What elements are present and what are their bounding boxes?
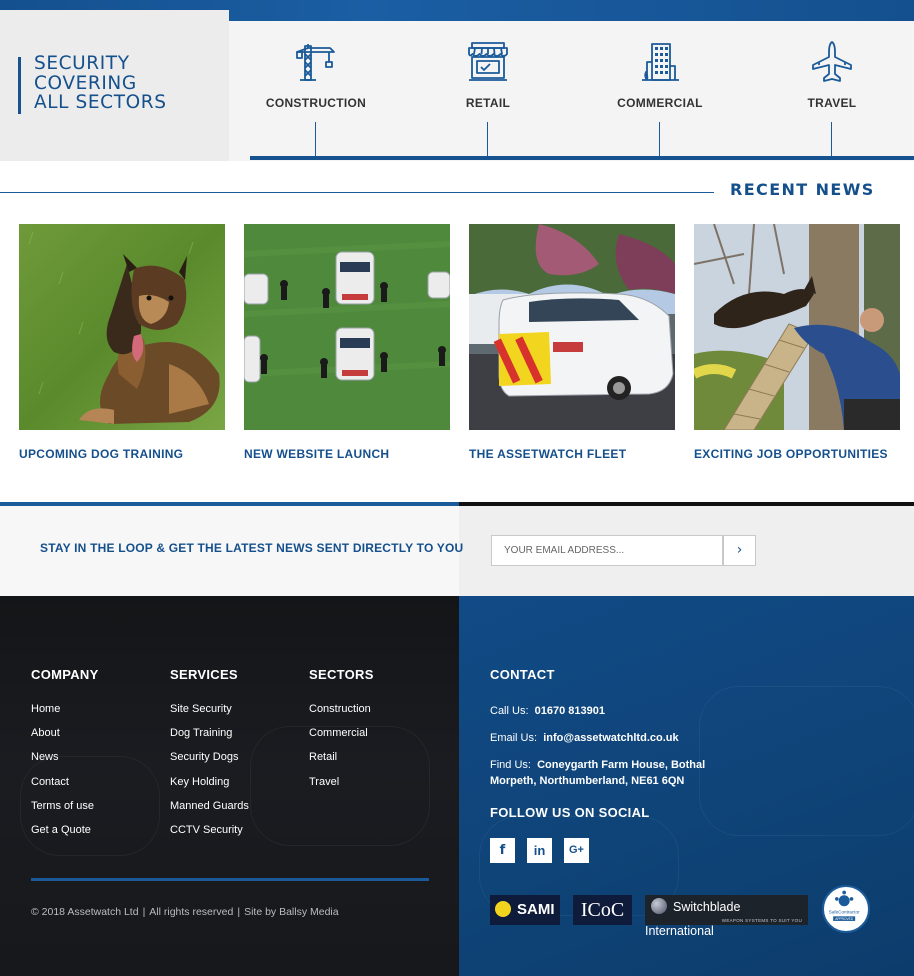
- contact-phone: Call Us: 01670 813901: [490, 703, 605, 719]
- facebook-icon[interactable]: f: [490, 838, 515, 863]
- footer-link-key-holding[interactable]: Key Holding: [170, 776, 249, 800]
- footer-link-terms[interactable]: Terms of use: [31, 800, 94, 824]
- switchblade-tagline: WEAPON SYSTEMS TO SUIT YOU: [721, 918, 802, 923]
- footer-link-home[interactable]: Home: [31, 703, 94, 727]
- sector-commercial[interactable]: COMMERCIAL: [595, 40, 725, 110]
- icoc-logo: ICoC: [573, 895, 632, 925]
- news-image-assetwatch-fleet: [469, 224, 675, 430]
- sectors-baseline: [250, 156, 914, 160]
- sector-label: CONSTRUCTION: [265, 96, 367, 110]
- crane-icon: [296, 44, 335, 81]
- footer-services-links: Site Security Dog Training Security Dogs…: [170, 703, 249, 848]
- sector-travel[interactable]: TRAVEL: [767, 40, 897, 110]
- separator: |: [142, 906, 146, 918]
- linkedin-icon[interactable]: in: [527, 838, 552, 863]
- google-plus-icon[interactable]: G+: [564, 838, 589, 863]
- news-card[interactable]: UPCOMING DOG TRAINING: [19, 224, 225, 461]
- footer-services-heading: SERVICES: [170, 667, 238, 682]
- site-credit-link[interactable]: Site by Ballsy Media: [244, 906, 339, 918]
- sami-logo-text: SAMI: [517, 901, 555, 918]
- sectors-title-line: COVERING: [34, 72, 137, 94]
- contact-address-label: Find Us:: [490, 759, 531, 771]
- news-heading: RECENT NEWS: [730, 180, 875, 199]
- sector-connector: [831, 122, 832, 158]
- contact-address-line1: Coneygarth Farm House, Bothal: [537, 759, 706, 771]
- footer-link-security-dogs[interactable]: Security Dogs: [170, 751, 249, 775]
- news-image-dog-training: [19, 224, 225, 430]
- copyright-text: © 2018 Assetwatch Ltd: [31, 906, 139, 918]
- footer-link-contact[interactable]: Contact: [31, 776, 94, 800]
- footer-sectors-heading: SECTORS: [309, 667, 374, 682]
- safecontractor-approved-text: APPROVED: [835, 917, 853, 921]
- switchblade-logo: Switchblade International WEAPON SYSTEMS…: [645, 895, 808, 938]
- newsletter-text: STAY IN THE LOOP & GET THE LATEST NEWS S…: [40, 541, 464, 555]
- footer-company-heading: COMPANY: [31, 667, 99, 682]
- contact-address: Find Us: Coneygarth Farm House, Bothal M…: [490, 757, 705, 789]
- sector-connector: [659, 122, 660, 158]
- sector-connector: [315, 122, 316, 158]
- footer-link-about[interactable]: About: [31, 727, 94, 751]
- sector-retail[interactable]: RETAIL: [423, 40, 553, 110]
- news-card[interactable]: EXCITING JOB OPPORTUNITIES: [694, 224, 900, 461]
- footer-link-travel[interactable]: Travel: [309, 776, 371, 800]
- footer-link-construction[interactable]: Construction: [309, 703, 371, 727]
- news-image-job-opportunities: [694, 224, 900, 430]
- contact-email-value[interactable]: info@assetwatchltd.co.uk: [543, 732, 678, 744]
- news-title: NEW WEBSITE LAUNCH: [244, 447, 390, 461]
- footer-company-links: Home About News Contact Terms of use Get…: [31, 703, 94, 848]
- sectors-title-accent: [18, 57, 21, 114]
- contact-phone-value[interactable]: 01670 813901: [535, 705, 605, 717]
- office-building-icon: [642, 43, 679, 81]
- sami-emblem-icon: [495, 901, 511, 917]
- contact-email-label: Email Us:: [490, 732, 538, 744]
- separator: |: [237, 906, 241, 918]
- copyright-bar: © 2018 Assetwatch Ltd | All rights reserve…: [31, 906, 339, 918]
- news-image-website-launch: [244, 224, 450, 430]
- footer-link-cctv-security[interactable]: CCTV Security: [170, 824, 249, 848]
- sectors-title: SECURITY COVERING ALL SECTORS: [34, 54, 224, 113]
- footer-social-heading: FOLLOW US ON SOCIAL: [490, 805, 650, 820]
- news-card[interactable]: NEW WEBSITE LAUNCH: [244, 224, 450, 461]
- news-title: THE ASSETWATCH FLEET: [469, 447, 627, 461]
- sector-label: TRAVEL: [807, 96, 857, 110]
- news-title: EXCITING JOB OPPORTUNITIES: [694, 447, 888, 461]
- footer-link-news[interactable]: News: [31, 751, 94, 775]
- shop-icon: [468, 42, 508, 81]
- sector-connector: [487, 122, 488, 158]
- newsletter-email-input[interactable]: [491, 535, 723, 566]
- news-title: UPCOMING DOG TRAINING: [19, 447, 184, 461]
- safecontractor-emblem-icon: SafeContractor APPROVED: [825, 888, 863, 926]
- sector-label: RETAIL: [465, 96, 511, 110]
- newsletter-submit-button[interactable]: ›: [723, 535, 756, 566]
- safecontractor-text: SafeContractor: [829, 910, 860, 915]
- news-heading-rule: [0, 192, 714, 193]
- sectors-title-line: SECURITY: [34, 53, 130, 74]
- switchblade-sphere-icon: [651, 898, 667, 914]
- footer-link-get-quote[interactable]: Get a Quote: [31, 824, 94, 848]
- footer-rule: [31, 878, 429, 881]
- footer-link-retail[interactable]: Retail: [309, 751, 371, 775]
- footer-link-commercial[interactable]: Commercial: [309, 727, 371, 751]
- sector-label: COMMERCIAL: [617, 96, 703, 110]
- sectors-title-line: ALL SECTORS: [34, 92, 167, 113]
- background-van-shape: [699, 686, 914, 836]
- airplane-icon: [812, 41, 852, 82]
- safecontractor-logo: SafeContractor APPROVED: [822, 885, 870, 933]
- contact-address-line2: Morpeth, Northumberland, NE61 6QN: [490, 775, 685, 787]
- footer-link-site-security[interactable]: Site Security: [170, 703, 249, 727]
- sector-construction[interactable]: CONSTRUCTION: [251, 40, 381, 110]
- sami-logo: SAMI: [490, 895, 560, 925]
- contact-email: Email Us: info@assetwatchltd.co.uk: [490, 730, 679, 746]
- footer-sectors-links: Construction Commercial Retail Travel: [309, 703, 371, 800]
- news-card[interactable]: THE ASSETWATCH FLEET: [469, 224, 675, 461]
- contact-phone-label: Call Us:: [490, 705, 529, 717]
- footer-link-manned-guards[interactable]: Manned Guards: [170, 800, 249, 824]
- footer-contact-heading: CONTACT: [490, 667, 555, 682]
- rights-text: All rights reserved: [149, 906, 234, 918]
- footer-link-dog-training[interactable]: Dog Training: [170, 727, 249, 751]
